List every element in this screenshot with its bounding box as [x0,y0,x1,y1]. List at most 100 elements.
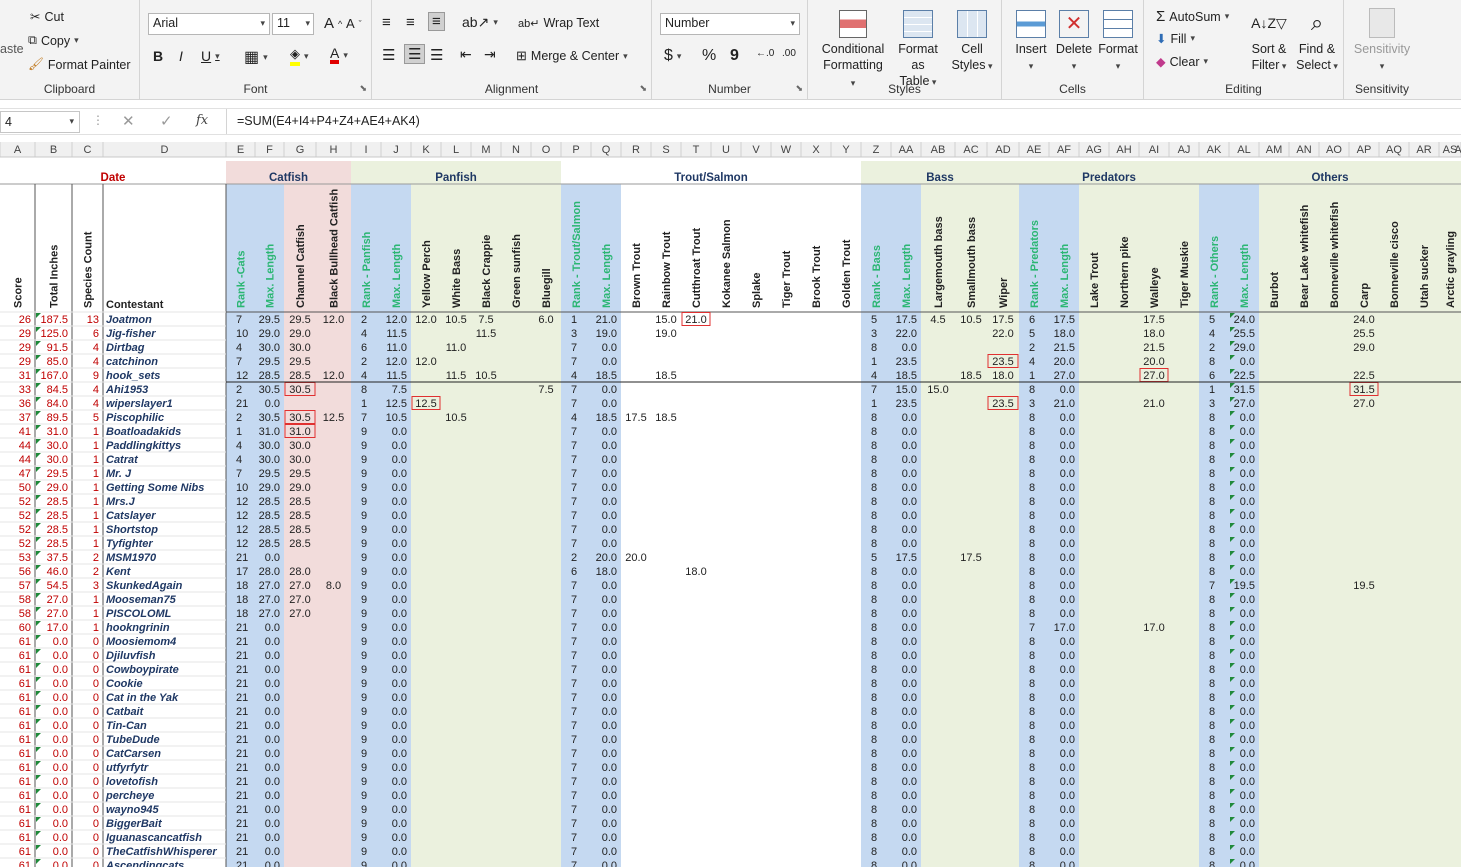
cell-value[interactable]: 7 [571,342,577,354]
cell-value[interactable]: 0.0 [1060,468,1075,480]
cell-value[interactable]: 0.0 [1240,412,1255,424]
cell-value[interactable]: 9 [361,664,367,676]
cell-value[interactable]: 0.0 [902,524,917,536]
cell-value[interactable]: 0.0 [602,426,617,438]
cell-value[interactable]: 8 [1029,538,1035,550]
cell-value[interactable]: 0.0 [602,776,617,788]
cell-value[interactable]: 7 [571,622,577,634]
cell-value[interactable]: 2 [1029,342,1035,354]
cell-value[interactable]: 1 [93,524,99,536]
cell-value[interactable]: 8 [871,636,877,648]
cell-value[interactable]: 0.0 [602,804,617,816]
delete-button[interactable]: ✕ Delete ▾ [1052,10,1096,74]
cell-value[interactable]: 8 [1209,720,1215,732]
cell-value[interactable]: 0.0 [53,860,68,867]
font-color-button[interactable]: A ▾ [330,46,348,64]
cell-value[interactable]: 21 [236,720,248,732]
cell-value[interactable]: 0.0 [602,342,617,354]
cell-value[interactable]: 27.0 [259,608,280,620]
cell-value[interactable]: Catslayer [106,510,156,522]
column-letter[interactable]: AE [1027,144,1042,156]
cell-value[interactable]: 0.0 [602,636,617,648]
cell-value[interactable]: 0 [93,720,99,732]
cell-value[interactable]: 18.5 [596,412,617,424]
cell-value[interactable]: 27.0 [289,594,310,606]
cell-value[interactable]: 9 [361,482,367,494]
cell-value[interactable]: 8 [871,818,877,830]
cell-value[interactable]: 8 [1029,706,1035,718]
cell-value[interactable]: 8 [871,762,877,774]
cell-value[interactable]: 30.0 [289,342,310,354]
cell-value[interactable]: 21 [236,664,248,676]
cell-value[interactable]: 8 [1209,524,1215,536]
cell-value[interactable]: 22.0 [992,328,1013,340]
cell-value[interactable]: 8 [871,454,877,466]
cell-value[interactable]: 4 [361,370,367,382]
cell-value[interactable]: 23.5 [992,356,1013,368]
cell-value[interactable]: 0.0 [1060,496,1075,508]
cell-value[interactable]: 0.0 [602,622,617,634]
cell-value[interactable]: 7 [571,650,577,662]
cell-value[interactable]: 28.5 [289,370,310,382]
cell-value[interactable]: 8 [1209,860,1215,867]
cell-value[interactable]: 7 [571,664,577,676]
column-letter[interactable]: K [422,144,430,156]
cell-value[interactable]: 0.0 [902,776,917,788]
column-letter[interactable]: M [481,144,490,156]
column-letter[interactable]: AN [1296,144,1311,156]
cell-value[interactable]: 91.5 [47,342,68,354]
cell-value[interactable]: 12.0 [386,356,407,368]
cell-value[interactable]: 0.0 [1060,706,1075,718]
currency-button[interactable]: $ ▾ [664,47,681,65]
cell-value[interactable]: 0.0 [1060,776,1075,788]
cell-value[interactable]: 4 [236,440,242,452]
cell-value[interactable]: 0.0 [1240,594,1255,606]
cell-value[interactable]: 31 [19,370,31,382]
cell-value[interactable]: 21 [236,860,248,867]
cell-value[interactable]: 9 [361,454,367,466]
cell-value[interactable]: 30.0 [289,454,310,466]
clear-button[interactable]: ◆ Clear ▾ [1156,54,1208,70]
cell-value[interactable]: 0.0 [602,440,617,452]
cell-value[interactable]: 0.0 [265,818,280,830]
cell-value[interactable]: Dirtbag [106,342,145,354]
column-letter[interactable]: C [84,144,92,156]
cell-value[interactable]: 7.5 [392,384,407,396]
cell-value[interactable]: 52 [19,524,31,536]
cell-value[interactable]: 28.5 [259,524,280,536]
cell-value[interactable]: 8 [1029,524,1035,536]
cell-value[interactable]: 0.0 [392,608,407,620]
cell-value[interactable]: 8 [871,790,877,802]
merge-center-button[interactable]: ⊞ Merge & Center ▾ [516,48,628,64]
cell-value[interactable]: 52 [19,538,31,550]
cell-value[interactable]: 8 [1209,594,1215,606]
cell-value[interactable]: 8 [1029,496,1035,508]
cell-value[interactable]: 0.0 [265,678,280,690]
font-name-select[interactable]: Arial ▾ [148,13,270,35]
cell-value[interactable]: 0.0 [265,664,280,676]
cell-value[interactable]: 0.0 [902,664,917,676]
cell-value[interactable]: 0.0 [902,832,917,844]
cell-value[interactable]: 0.0 [1060,594,1075,606]
cell-value[interactable]: 0.0 [1060,608,1075,620]
cell-value[interactable]: 7 [571,636,577,648]
shrink-font-button[interactable]: Aˇ [346,16,362,31]
cell-value[interactable]: 5 [1209,314,1215,326]
cell-value[interactable]: 0.0 [392,440,407,452]
column-letter[interactable]: U [722,144,730,156]
cell-value[interactable]: 0.0 [1240,440,1255,452]
cell-value[interactable]: 37 [19,412,31,424]
cell-value[interactable]: 8 [1029,762,1035,774]
cell-value[interactable]: 21 [236,776,248,788]
cell-value[interactable]: 1 [361,398,367,410]
cell-value[interactable]: 0 [93,790,99,802]
cell-value[interactable]: 0.0 [392,804,407,816]
cell-value[interactable]: 47 [19,468,31,480]
cell-value[interactable]: 0.0 [53,678,68,690]
cell-value[interactable]: 8 [871,860,877,867]
cell-value[interactable]: 0 [93,650,99,662]
cell-value[interactable]: 0.0 [902,706,917,718]
cell-value[interactable]: 8 [1029,748,1035,760]
cell-value[interactable]: Iguanascancatfish [106,832,202,844]
cell-value[interactable]: 7 [571,804,577,816]
